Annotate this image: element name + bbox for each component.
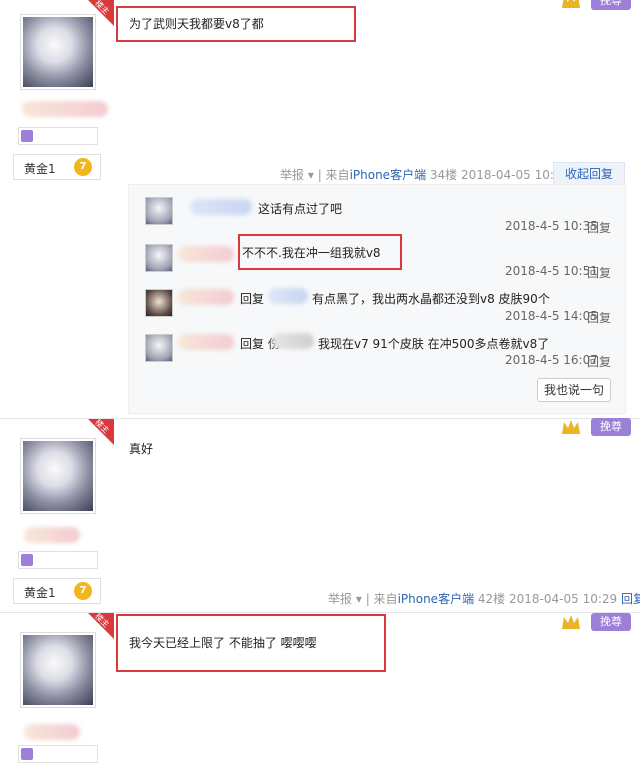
- reply-text: 不不不.我在冲一组我就v8: [242, 246, 381, 260]
- mention-blurred[interactable]: [268, 288, 308, 304]
- member-badge: [18, 551, 98, 569]
- reply-button[interactable]: 回复: [621, 592, 640, 606]
- reply-avatar[interactable]: [145, 244, 173, 272]
- source-link[interactable]: iPhone客户端: [350, 168, 427, 182]
- member-badge: [18, 127, 98, 145]
- post-time: 2018-04-05 10:29: [509, 592, 618, 606]
- level-coin-icon: 7: [74, 158, 92, 176]
- level-coin-icon: 7: [74, 582, 92, 600]
- tip-button[interactable]: 挽尊: [591, 418, 631, 436]
- level-badge: 黄金1 7: [13, 578, 101, 604]
- reply-username-blurred[interactable]: [178, 334, 234, 350]
- reply-text: 这话有点过了吧: [258, 202, 343, 216]
- source-prefix: | 来自: [365, 592, 398, 606]
- member-icon: [21, 748, 33, 760]
- floor-number: 42楼: [477, 592, 506, 606]
- reply-button[interactable]: 回复: [587, 309, 611, 326]
- avatar[interactable]: [20, 438, 96, 514]
- reply-button[interactable]: 回复: [587, 219, 611, 236]
- reply-button[interactable]: 回复: [587, 264, 611, 281]
- reply-username-blurred[interactable]: [178, 289, 234, 305]
- dropdown-caret-icon[interactable]: ▾: [308, 168, 314, 182]
- avatar[interactable]: [20, 14, 96, 90]
- reply-avatar[interactable]: [145, 334, 173, 362]
- source-link[interactable]: iPhone客户端: [398, 592, 475, 606]
- member-icon: [21, 554, 33, 566]
- reply-avatar[interactable]: [145, 197, 173, 225]
- reply-avatar[interactable]: [145, 289, 173, 317]
- level-label: 黄金1: [24, 162, 56, 176]
- post-meta: 举报 ▾ | 来自iPhone客户端 42楼 2018-04-05 10:29 …: [328, 590, 640, 607]
- tip-button[interactable]: 挽尊: [591, 0, 631, 10]
- reply-time: 2018-4-5 10:35: [505, 219, 598, 233]
- floor-number: 34楼: [429, 168, 458, 182]
- reply-button[interactable]: 回复: [587, 353, 611, 370]
- avatar[interactable]: [20, 632, 96, 708]
- level-label: 黄金1: [24, 586, 56, 600]
- reply-text: 我现在v7 91个皮肤 在冲500多点卷就v8了: [318, 337, 550, 351]
- username-blurred[interactable]: [24, 724, 80, 740]
- crown-icon: [560, 0, 582, 10]
- reply-username-blurred[interactable]: [178, 246, 234, 262]
- post-content: 我今天已经上限了 不能抽了 嘤嘤嘤: [129, 636, 317, 650]
- reply-text: 有点黑了，我出两水晶都还没到v8 皮肤90个: [312, 292, 550, 306]
- member-badge: [18, 745, 98, 763]
- username-blurred[interactable]: [24, 527, 80, 543]
- reply-username-blurred[interactable]: [190, 199, 252, 215]
- crown-icon: [560, 418, 582, 436]
- crown-icon: [560, 613, 582, 631]
- reply-time: 2018-4-5 14:05: [505, 309, 598, 323]
- reply-time: 2018-4-5 16:07: [505, 353, 598, 367]
- reply-time: 2018-4-5 10:51: [505, 264, 598, 278]
- member-icon: [21, 130, 33, 142]
- post-content: 为了武则天我都要v8了都: [129, 17, 264, 31]
- username-blurred[interactable]: [22, 101, 108, 117]
- post-content: 真好: [129, 442, 154, 456]
- add-reply-button[interactable]: 我也说一句: [537, 378, 611, 402]
- mention-blurred[interactable]: [272, 333, 314, 349]
- dropdown-caret-icon[interactable]: ▾: [356, 592, 362, 606]
- source-prefix: | 来自: [317, 168, 350, 182]
- reply-prefix: 回复: [240, 292, 265, 306]
- post-meta: 举报 ▾ | 来自iPhone客户端 34楼 2018-04-05 10:20: [280, 166, 569, 183]
- report-link[interactable]: 举报: [328, 592, 352, 606]
- level-badge: 黄金1 7: [13, 154, 101, 180]
- tip-button[interactable]: 挽尊: [591, 613, 631, 631]
- collapse-replies-button[interactable]: 收起回复: [553, 162, 625, 186]
- report-link[interactable]: 举报: [280, 168, 304, 182]
